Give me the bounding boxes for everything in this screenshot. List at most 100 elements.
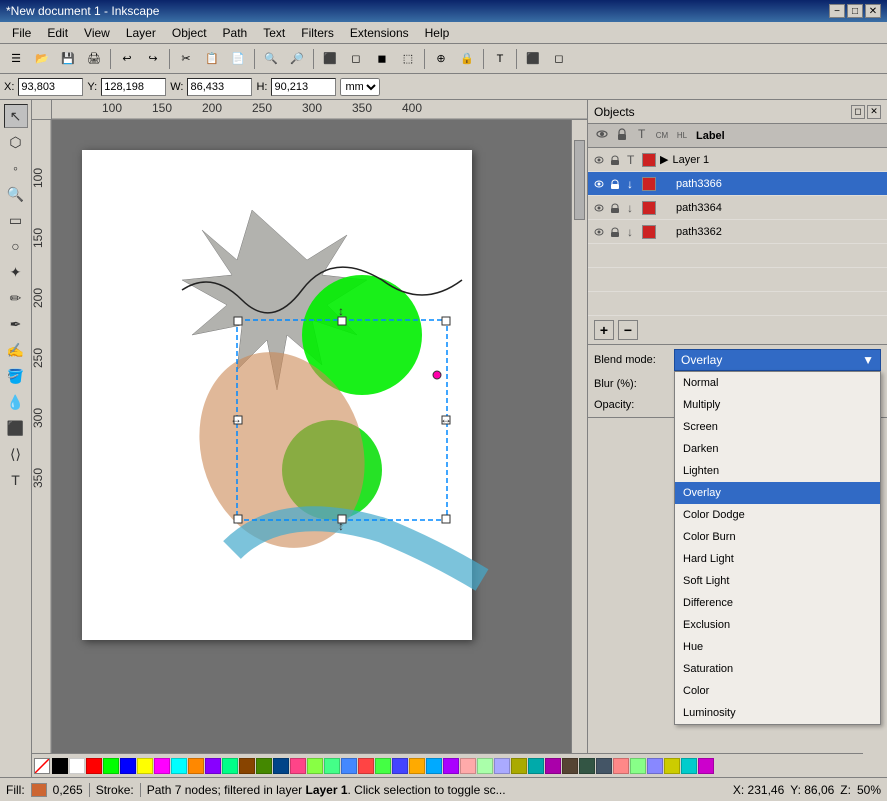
blend-option-overlay[interactable]: Overlay bbox=[675, 482, 880, 504]
palette-cell[interactable] bbox=[69, 758, 85, 774]
redo-btn[interactable]: ↪ bbox=[141, 47, 165, 71]
palette-cell[interactable] bbox=[664, 758, 680, 774]
distribute-btn[interactable]: ⬚ bbox=[396, 47, 420, 71]
pen-tool[interactable]: ✒ bbox=[4, 312, 28, 336]
palette-cell[interactable] bbox=[358, 758, 374, 774]
menu-item-layer[interactable]: Layer bbox=[118, 22, 164, 43]
palette-cell[interactable] bbox=[460, 758, 476, 774]
node-btn[interactable]: ⊕ bbox=[429, 47, 453, 71]
lock-btn[interactable]: 🔒 bbox=[455, 47, 479, 71]
open-btn[interactable]: 📂 bbox=[30, 47, 54, 71]
zoom-in-btn[interactable]: 🔍 bbox=[259, 47, 283, 71]
palette-cell[interactable] bbox=[341, 758, 357, 774]
menu-item-filters[interactable]: Filters bbox=[293, 22, 342, 43]
palette-cell[interactable] bbox=[375, 758, 391, 774]
palette-cell[interactable] bbox=[562, 758, 578, 774]
no-color-cell[interactable] bbox=[34, 758, 50, 774]
layer-row-path3366[interactable]: ↓ path3366 bbox=[588, 172, 887, 196]
palette-cell[interactable] bbox=[426, 758, 442, 774]
palette-cell[interactable] bbox=[630, 758, 646, 774]
blend-option-darken[interactable]: Darken bbox=[675, 438, 880, 460]
palette-cell[interactable] bbox=[120, 758, 136, 774]
palette-cell[interactable] bbox=[154, 758, 170, 774]
blend-option-difference[interactable]: Difference bbox=[675, 592, 880, 614]
palette-cell[interactable] bbox=[307, 758, 323, 774]
print-btn[interactable]: 🖨 bbox=[82, 47, 106, 71]
gradient-tool[interactable]: ⬛ bbox=[4, 416, 28, 440]
vis-lock[interactable] bbox=[608, 153, 622, 167]
close-button[interactable]: ✕ bbox=[865, 4, 881, 18]
palette-cell[interactable] bbox=[103, 758, 119, 774]
palette-cell[interactable] bbox=[409, 758, 425, 774]
palette-cell[interactable] bbox=[494, 758, 510, 774]
rect-tool[interactable]: ▭ bbox=[4, 208, 28, 232]
menu-item-edit[interactable]: Edit bbox=[39, 22, 76, 43]
zoom-tool[interactable]: 🔍 bbox=[4, 182, 28, 206]
tweak-tool[interactable]: ◦ bbox=[4, 156, 28, 180]
scrollbar-thumb-v[interactable] bbox=[574, 140, 585, 220]
menu-item-view[interactable]: View bbox=[76, 22, 118, 43]
objects-panel-restore[interactable]: ◻ bbox=[851, 105, 865, 119]
blend-option-color[interactable]: Color bbox=[675, 680, 880, 702]
expand-icon[interactable]: ▶ bbox=[660, 153, 668, 166]
remove-layer-btn[interactable]: − bbox=[618, 320, 638, 340]
x-input[interactable] bbox=[18, 78, 83, 96]
text-tool[interactable]: T bbox=[4, 468, 28, 492]
copy-btn[interactable]: 📋 bbox=[200, 47, 224, 71]
palette-cell[interactable] bbox=[86, 758, 102, 774]
palette-cell[interactable] bbox=[579, 758, 595, 774]
layer-row-layer1[interactable]: T ▶ Layer 1 bbox=[588, 148, 887, 172]
calligraphy-tool[interactable]: ✍ bbox=[4, 338, 28, 362]
blend-option-saturation[interactable]: Saturation bbox=[675, 658, 880, 680]
palette-cell[interactable] bbox=[698, 758, 714, 774]
h-input[interactable] bbox=[271, 78, 336, 96]
path3366-lock[interactable] bbox=[608, 177, 622, 191]
path3366-eye[interactable] bbox=[592, 177, 606, 191]
maximize-button[interactable]: □ bbox=[847, 4, 863, 18]
connector-tool[interactable]: ⟨⟩ bbox=[4, 442, 28, 466]
text-btn[interactable]: T bbox=[488, 47, 512, 71]
path3364-eye[interactable] bbox=[592, 201, 606, 215]
palette-cell[interactable] bbox=[477, 758, 493, 774]
palette-cell[interactable] bbox=[137, 758, 153, 774]
w-input[interactable] bbox=[187, 78, 252, 96]
palette-cell[interactable] bbox=[647, 758, 663, 774]
palette-cell[interactable] bbox=[256, 758, 272, 774]
palette-cell[interactable] bbox=[681, 758, 697, 774]
layer-row-path3362[interactable]: ↓ path3362 bbox=[588, 220, 887, 244]
scrollbar-vertical[interactable] bbox=[571, 120, 587, 761]
star-tool[interactable]: ✦ bbox=[4, 260, 28, 284]
blend-option-colordodge[interactable]: Color Dodge bbox=[675, 504, 880, 526]
save-btn[interactable]: 💾 bbox=[56, 47, 80, 71]
fill-color-chip[interactable] bbox=[31, 783, 47, 797]
canvas-viewport[interactable]: ↔ ↔ ↕ ↕ bbox=[52, 120, 571, 761]
menu-item-path[interactable]: Path bbox=[215, 22, 256, 43]
path3364-type[interactable]: ↓ bbox=[624, 201, 638, 215]
eyedropper-tool[interactable]: 💧 bbox=[4, 390, 28, 414]
blend-option-colorburn[interactable]: Color Burn bbox=[675, 526, 880, 548]
palette-cell[interactable] bbox=[273, 758, 289, 774]
bucket-tool[interactable]: 🪣 bbox=[4, 364, 28, 388]
blend-mode-dropdown[interactable]: Overlay ▼ bbox=[674, 349, 881, 371]
palette-cell[interactable] bbox=[239, 758, 255, 774]
palette-cell[interactable] bbox=[324, 758, 340, 774]
blend-option-exclusion[interactable]: Exclusion bbox=[675, 614, 880, 636]
blend-option-multiply[interactable]: Multiply bbox=[675, 394, 880, 416]
path3366-type[interactable]: ↓ bbox=[624, 177, 638, 191]
minimize-button[interactable]: − bbox=[829, 4, 845, 18]
align-left-btn[interactable]: ⬛ bbox=[318, 47, 342, 71]
palette-cell[interactable] bbox=[511, 758, 527, 774]
ungroup-btn[interactable]: ◻ bbox=[547, 47, 571, 71]
path3364-lock[interactable] bbox=[608, 201, 622, 215]
palette-cell[interactable] bbox=[392, 758, 408, 774]
menu-item-help[interactable]: Help bbox=[417, 22, 458, 43]
blend-option-softlight[interactable]: Soft Light bbox=[675, 570, 880, 592]
palette-cell[interactable] bbox=[545, 758, 561, 774]
align-right-btn[interactable]: ◻ bbox=[344, 47, 368, 71]
ellipse-tool[interactable]: ○ bbox=[4, 234, 28, 258]
palette-cell[interactable] bbox=[613, 758, 629, 774]
blend-option-hardlight[interactable]: Hard Light bbox=[675, 548, 880, 570]
menu-item-extensions[interactable]: Extensions bbox=[342, 22, 417, 43]
blend-option-luminosity[interactable]: Luminosity bbox=[675, 702, 880, 724]
align-center-btn[interactable]: ◼ bbox=[370, 47, 394, 71]
